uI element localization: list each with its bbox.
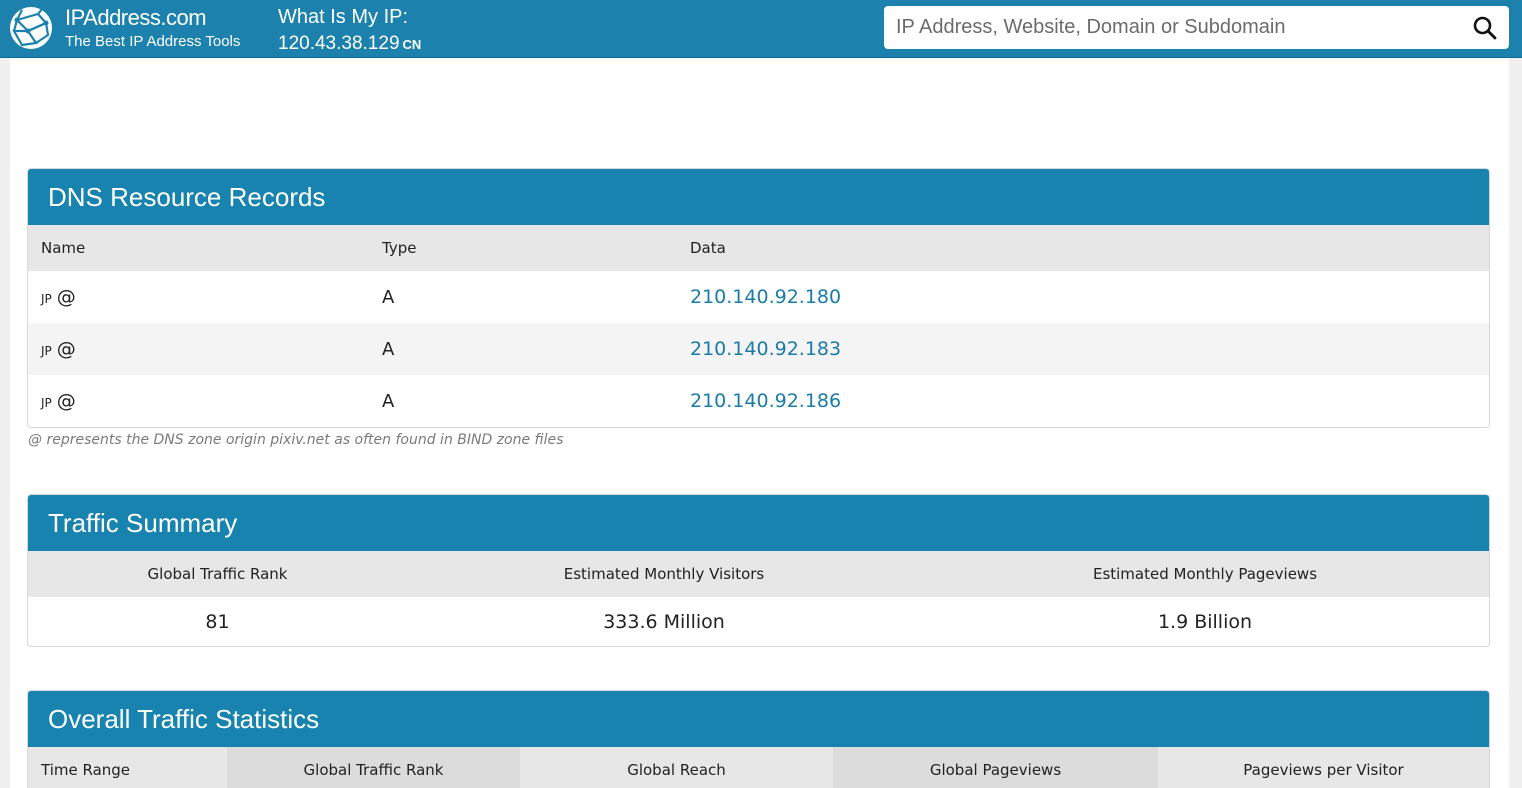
- my-ip-value[interactable]: 120.43.38.129 CN: [278, 33, 421, 56]
- column-header-global-traffic-rank: Global Traffic Rank: [147, 565, 288, 583]
- record-name: @: [56, 338, 76, 360]
- top-header: IPAddress.com The Best IP Address Tools …: [0, 0, 1522, 58]
- country-code: JP: [41, 292, 52, 306]
- global-traffic-rank-value: 81: [205, 610, 230, 633]
- brand-tagline: The Best IP Address Tools: [65, 33, 241, 50]
- search-icon: [1473, 16, 1497, 40]
- column-header-global-traffic-rank: Global Traffic Rank: [227, 747, 520, 788]
- my-ip-label: What Is My IP:: [278, 6, 409, 28]
- table-row: JP @ A 210.140.92.183: [28, 323, 1489, 375]
- table-row: 81 333.6 Million 1.9 Billion: [28, 597, 1489, 646]
- column-header-pageviews-per-visitor: Pageviews per Visitor: [1158, 747, 1489, 788]
- search-input[interactable]: [884, 6, 1454, 49]
- traffic-summary-card: Traffic Summary Global Traffic Rank Esti…: [27, 494, 1490, 647]
- main-content: DNS Resource Records Name Type Data JP @ …: [10, 58, 1509, 788]
- record-data-link[interactable]: 210.140.92.180: [690, 286, 841, 308]
- record-data-cell: 210.140.92.180: [677, 271, 1489, 323]
- record-data-link[interactable]: 210.140.92.186: [690, 390, 841, 412]
- record-data-link[interactable]: 210.140.92.183: [690, 338, 841, 360]
- monthly-visitors-value: 333.6 Million: [603, 610, 725, 633]
- search-button[interactable]: [1467, 11, 1503, 45]
- country-code: JP: [41, 396, 52, 410]
- overall-traffic-title: Overall Traffic Statistics: [28, 691, 1489, 747]
- column-header-data: Data: [690, 239, 726, 257]
- brand-name[interactable]: IPAddress.com: [65, 5, 240, 31]
- traffic-summary-title: Traffic Summary: [28, 495, 1489, 551]
- overall-traffic-table: Time Range Global Traffic Rank Global Re…: [28, 747, 1489, 788]
- brand[interactable]: IPAddress.com The Best IP Address Tools: [65, 5, 240, 51]
- column-header-name: Name: [41, 239, 86, 257]
- globe-logo-icon[interactable]: [8, 5, 54, 51]
- record-name-cell: JP @: [28, 271, 369, 323]
- dns-zone-note: @ represents the DNS zone origin pixiv.n…: [28, 432, 564, 448]
- column-header-global-reach: Global Reach: [520, 747, 833, 788]
- my-ip-block: What Is My IP: 120.43.38.129 CN: [278, 5, 421, 56]
- record-type: A: [382, 286, 395, 308]
- table-header-row: Time Range Global Traffic Rank Global Re…: [28, 747, 1489, 788]
- country-code: JP: [41, 344, 52, 358]
- record-name: @: [56, 286, 76, 308]
- table-row: JP @ A 210.140.92.180: [28, 271, 1489, 323]
- record-name: @: [56, 390, 76, 412]
- column-header-time-range: Time Range: [28, 747, 227, 788]
- record-data-cell: 210.140.92.186: [677, 375, 1489, 427]
- column-header-type: Type: [382, 239, 417, 257]
- dns-records-card: DNS Resource Records Name Type Data JP @ …: [27, 168, 1490, 428]
- column-header-monthly-pageviews: Estimated Monthly Pageviews: [1092, 565, 1318, 583]
- record-name-cell: JP @: [28, 375, 369, 427]
- monthly-pageviews-value: 1.9 Billion: [1157, 610, 1253, 633]
- column-header-monthly-visitors: Estimated Monthly Visitors: [563, 565, 765, 583]
- dns-records-table: Name Type Data JP @ A 210.140.92.180 JP @ …: [28, 225, 1489, 427]
- table-header-row: Name Type Data: [28, 225, 1489, 271]
- traffic-summary-table: Global Traffic Rank Estimated Monthly Vi…: [28, 551, 1489, 646]
- search-box: [884, 6, 1509, 49]
- column-header-global-pageviews: Global Pageviews: [833, 747, 1158, 788]
- my-ip-address[interactable]: 120.43.38.129: [278, 33, 400, 54]
- record-type: A: [382, 390, 395, 412]
- overall-traffic-card: Overall Traffic Statistics Time Range Gl…: [27, 690, 1490, 788]
- dns-records-title: DNS Resource Records: [28, 169, 1489, 225]
- my-ip-country: CN: [402, 37, 422, 52]
- table-header-row: Global Traffic Rank Estimated Monthly Vi…: [28, 551, 1489, 597]
- table-row: JP @ A 210.140.92.186: [28, 375, 1489, 427]
- record-name-cell: JP @: [28, 323, 369, 375]
- record-data-cell: 210.140.92.183: [677, 323, 1489, 375]
- record-type: A: [382, 338, 395, 360]
